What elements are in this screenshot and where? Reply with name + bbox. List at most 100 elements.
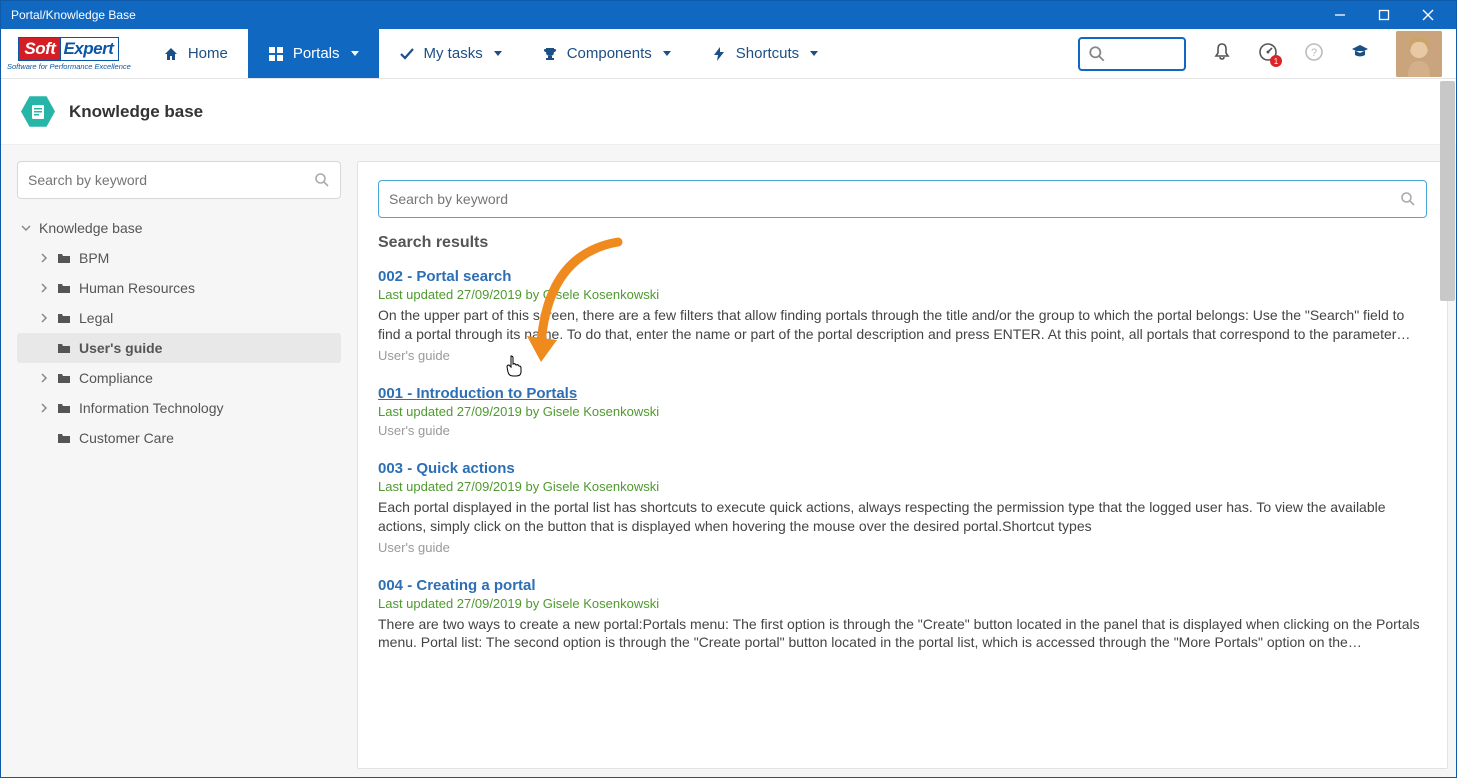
global-search[interactable] [1078, 37, 1186, 71]
folder-icon [57, 431, 71, 445]
nav-mytasks-label: My tasks [424, 45, 483, 62]
chevron-right-icon [39, 373, 49, 383]
chevron-down-icon [663, 51, 671, 56]
minimize-button[interactable] [1318, 1, 1362, 29]
main-search-input[interactable] [389, 191, 1400, 207]
result-category: User's guide [378, 348, 1427, 363]
minimize-icon [1334, 9, 1346, 21]
tree-item-it[interactable]: Information Technology [17, 393, 341, 423]
chevron-right-icon [39, 313, 49, 323]
help-icon: ? [1304, 42, 1324, 62]
sidebar-search[interactable] [17, 161, 341, 199]
folder-icon [57, 341, 71, 355]
check-icon [399, 46, 415, 62]
chevron-down-icon [21, 223, 31, 233]
tree-item-bpm[interactable]: BPM [17, 243, 341, 273]
alerts-button[interactable]: 1 [1258, 42, 1278, 65]
window-titlebar: Portal/Knowledge Base [1, 1, 1456, 29]
tree-item-customercare[interactable]: Customer Care [17, 423, 341, 453]
nav-components[interactable]: Components [522, 29, 691, 78]
page-title: Knowledge base [69, 102, 203, 122]
search-result: 003 - Quick actions Last updated 27/09/2… [378, 460, 1427, 555]
nav-shortcuts-label: Shortcuts [736, 45, 799, 62]
search-icon [1088, 45, 1106, 63]
nav-components-label: Components [567, 45, 652, 62]
result-meta: Last updated 27/09/2019 by Gisele Kosenk… [378, 404, 1427, 419]
sidebar-tree: Knowledge base BPM Human Resources Legal [17, 213, 341, 453]
chevron-right-icon [39, 283, 49, 293]
result-snippet: There are two ways to create a new porta… [378, 615, 1427, 653]
window-controls [1318, 1, 1450, 29]
knowledge-base-icon [21, 95, 55, 129]
nav-shortcuts[interactable]: Shortcuts [691, 29, 838, 78]
window-title: Portal/Knowledge Base [11, 8, 1318, 22]
tree-item-legal[interactable]: Legal [17, 303, 341, 333]
main-search[interactable] [378, 180, 1427, 218]
result-snippet: Each portal displayed in the portal list… [378, 498, 1427, 536]
folder-icon [57, 251, 71, 265]
maximize-icon [1378, 9, 1390, 21]
maximize-button[interactable] [1362, 1, 1406, 29]
top-icon-bar: 1 ? [1198, 29, 1456, 78]
user-avatar[interactable] [1396, 31, 1442, 77]
brand-logo[interactable]: Soft Expert Software for Performance Exc… [1, 29, 143, 78]
nav-portals-label: Portals [293, 45, 340, 62]
folder-icon [57, 401, 71, 415]
tree-root-label: Knowledge base [39, 220, 143, 236]
results-heading: Search results [378, 234, 1427, 252]
sidebar-search-input[interactable] [28, 172, 314, 188]
chevron-right-icon [39, 403, 49, 413]
folder-icon [57, 281, 71, 295]
grid-icon [268, 46, 284, 62]
help-button[interactable]: ? [1304, 42, 1324, 65]
chevron-down-icon [810, 51, 818, 56]
search-icon [1400, 191, 1416, 207]
close-icon [1422, 9, 1434, 21]
result-title-link[interactable]: 002 - Portal search [378, 268, 1427, 285]
logo-tagline: Software for Performance Excellence [7, 62, 131, 71]
nav-home-label: Home [188, 45, 228, 62]
logo-expert: Expert [60, 37, 119, 61]
chevron-down-icon [494, 51, 502, 56]
tree-item-label: Compliance [79, 370, 153, 386]
tree-item-hr[interactable]: Human Resources [17, 273, 341, 303]
result-title-link[interactable]: 001 - Introduction to Portals [378, 385, 1427, 402]
search-result: 004 - Creating a portal Last updated 27/… [378, 577, 1427, 653]
nav-home[interactable]: Home [143, 29, 248, 78]
nav-portals[interactable]: Portals [248, 29, 379, 78]
result-category: User's guide [378, 423, 1427, 438]
svg-text:?: ? [1311, 47, 1317, 59]
result-meta: Last updated 27/09/2019 by Gisele Kosenk… [378, 479, 1427, 494]
close-button[interactable] [1406, 1, 1450, 29]
tree-item-label: Information Technology [79, 400, 224, 416]
notifications-button[interactable] [1212, 42, 1232, 65]
tree-item-label: Human Resources [79, 280, 195, 296]
trophy-icon [542, 46, 558, 62]
folder-icon [57, 311, 71, 325]
tree-item-label: Customer Care [79, 430, 174, 446]
bell-icon [1212, 42, 1232, 62]
tree-item-usersguide[interactable]: User's guide [17, 333, 341, 363]
main-content: Search results 002 - Portal search Last … [357, 161, 1448, 769]
chevron-right-icon [39, 253, 49, 263]
search-icon [314, 172, 330, 188]
logo-soft: Soft [18, 37, 60, 61]
page-body: Knowledge base BPM Human Resources Legal [1, 145, 1456, 777]
folder-icon [57, 371, 71, 385]
bolt-icon [711, 46, 727, 62]
tree-item-label: BPM [79, 250, 109, 266]
scrollbar-thumb[interactable] [1440, 81, 1455, 301]
alert-badge: 1 [1270, 55, 1282, 67]
search-result: 001 - Introduction to Portals Last updat… [378, 385, 1427, 438]
result-title-link[interactable]: 004 - Creating a portal [378, 577, 1427, 594]
result-snippet: On the upper part of this screen, there … [378, 306, 1427, 344]
chevron-down-icon [351, 51, 359, 56]
tree-item-label: Legal [79, 310, 113, 326]
tree-item-compliance[interactable]: Compliance [17, 363, 341, 393]
tree-root[interactable]: Knowledge base [17, 213, 341, 243]
result-title-link[interactable]: 003 - Quick actions [378, 460, 1427, 477]
nav-mytasks[interactable]: My tasks [379, 29, 522, 78]
academy-button[interactable] [1350, 42, 1370, 65]
home-icon [163, 46, 179, 62]
graduation-icon [1350, 42, 1370, 62]
